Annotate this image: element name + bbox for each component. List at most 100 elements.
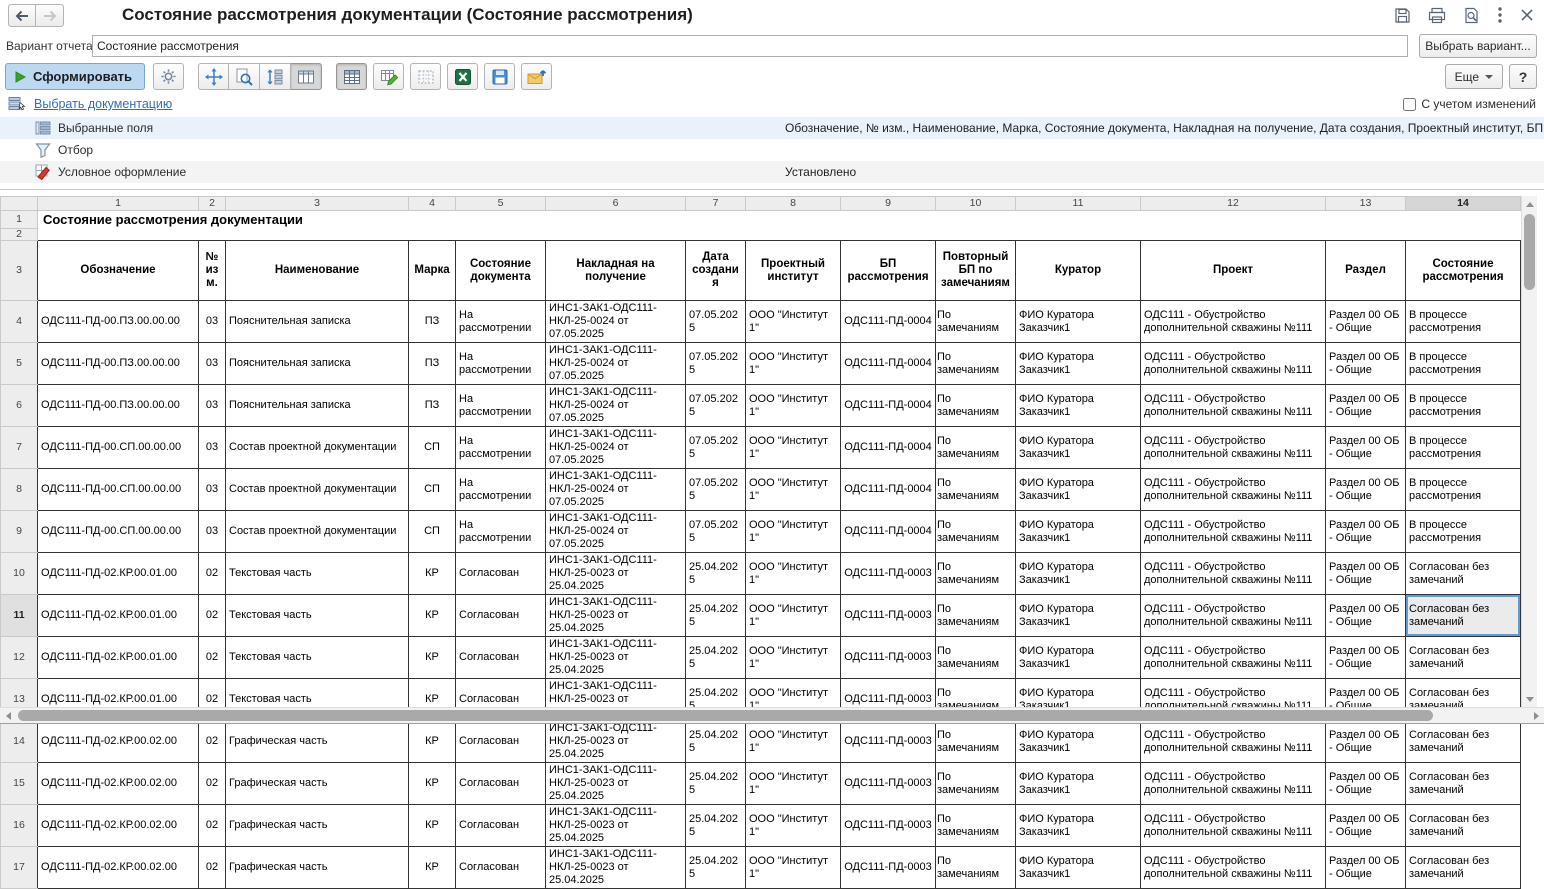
cell-r4-c8[interactable]: ООО "Институт 1": [746, 301, 841, 343]
cell-r7-c4[interactable]: СП: [409, 427, 456, 469]
cell-r9-c3[interactable]: Состав проектной документации: [226, 511, 409, 553]
cell-r9-c8[interactable]: ООО "Институт 1": [746, 511, 841, 553]
cell-r6-c12[interactable]: ОДС111 - Обустройство дополнительной скв…: [1141, 385, 1326, 427]
column-number-14[interactable]: 14: [1406, 197, 1521, 211]
cell-r7-c7[interactable]: 07.05.2025: [686, 427, 746, 469]
cell-r4-c10[interactable]: По замечаниям: [936, 301, 1016, 343]
cell-r15-c11[interactable]: ФИО Куратора Заказчик1: [1016, 763, 1141, 805]
vertical-scroll-thumb[interactable]: [1524, 214, 1535, 290]
cell-r7-c3[interactable]: Состав проектной документации: [226, 427, 409, 469]
cell-r15-c10[interactable]: По замечаниям: [936, 763, 1016, 805]
cell-r16-c10[interactable]: По замечаниям: [936, 805, 1016, 847]
cell-r17-c3[interactable]: Графическая часть: [226, 847, 409, 889]
cell-r16-c13[interactable]: Раздел 00 ОБ - Общие: [1326, 805, 1406, 847]
cell-r5-c7[interactable]: 07.05.2025: [686, 343, 746, 385]
row-number-12[interactable]: 12: [1, 637, 38, 679]
cell-r5-c5[interactable]: На рассмотрении: [456, 343, 546, 385]
row-number-17[interactable]: 17: [1, 847, 38, 889]
cell-r5-c9[interactable]: ОДС111-ПД-0004: [841, 343, 936, 385]
cell-r9-c11[interactable]: ФИО Куратора Заказчик1: [1016, 511, 1141, 553]
cell-r10-c5[interactable]: Согласован: [456, 553, 546, 595]
cell-r5-c8[interactable]: ООО "Институт 1": [746, 343, 841, 385]
cell-r16-c5[interactable]: Согласован: [456, 805, 546, 847]
cell-r16-c14[interactable]: Согласован без замечаний: [1406, 805, 1521, 847]
cell-r12-c2[interactable]: 02: [199, 637, 226, 679]
print-button[interactable]: [1428, 7, 1446, 24]
cell-r11-c5[interactable]: Согласован: [456, 595, 546, 637]
cell-r16-c9[interactable]: ОДС111-ПД-0003: [841, 805, 936, 847]
cell-r12-c8[interactable]: ООО "Институт 1": [746, 637, 841, 679]
column-header-9[interactable]: БП рассмотрения: [841, 241, 936, 301]
cell-r6-c3[interactable]: Пояснительная записка: [226, 385, 409, 427]
cell-r12-c12[interactable]: ОДС111 - Обустройство дополнительной скв…: [1141, 637, 1326, 679]
column-header-5[interactable]: Состояние документа: [456, 241, 546, 301]
cell-r4-c4[interactable]: ПЗ: [409, 301, 456, 343]
cell-r11-c1[interactable]: ОДС111-ПД-02.КР.00.01.00: [38, 595, 199, 637]
cell-r12-c5[interactable]: Согласован: [456, 637, 546, 679]
cell-r14-c13[interactable]: Раздел 00 ОБ - Общие: [1326, 721, 1406, 763]
cell-r15-c13[interactable]: Раздел 00 ОБ - Общие: [1326, 763, 1406, 805]
cell-r5-c14[interactable]: В процессе рассмотрения: [1406, 343, 1521, 385]
cell-r4-c6[interactable]: ИНС1-ЗАК1-ОДС111-НКЛ-25-0024 от 07.05.20…: [546, 301, 686, 343]
settings-row-conditional-appearance[interactable]: Условное оформление Установлено: [0, 161, 1544, 183]
cell-r17-c6[interactable]: ИНС1-ЗАК1-ОДС111-НКЛ-25-0023 от 25.04.20…: [546, 847, 686, 889]
cell-r12-c10[interactable]: По замечаниям: [936, 637, 1016, 679]
cell-r12-c11[interactable]: ФИО Куратора Заказчик1: [1016, 637, 1141, 679]
cell-r8-c10[interactable]: По замечаниям: [936, 469, 1016, 511]
cell-r10-c1[interactable]: ОДС111-ПД-02.КР.00.01.00: [38, 553, 199, 595]
row-number-15[interactable]: 15: [1, 763, 38, 805]
scroll-down-arrow[interactable]: [1522, 693, 1538, 705]
cell-r11-c2[interactable]: 02: [199, 595, 226, 637]
cell-r11-c14[interactable]: Согласован без замечаний: [1406, 595, 1521, 637]
cell-r12-c1[interactable]: ОДС111-ПД-02.КР.00.01.00: [38, 637, 199, 679]
cell-r10-c8[interactable]: ООО "Институт 1": [746, 553, 841, 595]
row-number-9[interactable]: 9: [1, 511, 38, 553]
cell-r9-c7[interactable]: 07.05.2025: [686, 511, 746, 553]
cell-r7-c8[interactable]: ООО "Институт 1": [746, 427, 841, 469]
column-number-2[interactable]: 2: [199, 197, 226, 211]
table-columns-button[interactable]: [291, 63, 322, 90]
column-header-1[interactable]: Обозначение: [38, 241, 199, 301]
row-number-16[interactable]: 16: [1, 805, 38, 847]
column-number-11[interactable]: 11: [1016, 197, 1141, 211]
column-number-8[interactable]: 8: [746, 197, 841, 211]
cell-r4-c9[interactable]: ОДС111-ПД-0004: [841, 301, 936, 343]
send-email-button[interactable]: [521, 63, 552, 90]
row-number-3[interactable]: 3: [1, 241, 38, 301]
column-number-13[interactable]: 13: [1326, 197, 1406, 211]
column-number-3[interactable]: 3: [226, 197, 409, 211]
cell-r12-c4[interactable]: КР: [409, 637, 456, 679]
cell-r11-c6[interactable]: ИНС1-ЗАК1-ОДС111-НКЛ-25-0023 от 25.04.20…: [546, 595, 686, 637]
cell-r6-c1[interactable]: ОДС111-ПД-00.ПЗ.00.00.00: [38, 385, 199, 427]
cell-r9-c9[interactable]: ОДС111-ПД-0004: [841, 511, 936, 553]
cell-r6-c2[interactable]: 03: [199, 385, 226, 427]
save-report-button[interactable]: [1394, 7, 1411, 24]
column-header-12[interactable]: Проект: [1141, 241, 1326, 301]
settings-row-selected-fields[interactable]: Выбранные поля Обозначение, № изм., Наим…: [0, 117, 1544, 139]
cell-r11-c3[interactable]: Текстовая часть: [226, 595, 409, 637]
cell-r14-c1[interactable]: ОДС111-ПД-02.КР.00.02.00: [38, 721, 199, 763]
cell-r8-c7[interactable]: 07.05.2025: [686, 469, 746, 511]
column-header-7[interactable]: Дата создания: [686, 241, 746, 301]
variant-input[interactable]: [92, 35, 1408, 57]
cell-r17-c11[interactable]: ФИО Куратора Заказчик1: [1016, 847, 1141, 889]
cell-r17-c13[interactable]: Раздел 00 ОБ - Общие: [1326, 847, 1406, 889]
cell-r4-c5[interactable]: На рассмотрении: [456, 301, 546, 343]
cell-r10-c4[interactable]: КР: [409, 553, 456, 595]
column-header-13[interactable]: Раздел: [1326, 241, 1406, 301]
cell-r8-c11[interactable]: ФИО Куратора Заказчик1: [1016, 469, 1141, 511]
cell-r7-c11[interactable]: ФИО Куратора Заказчик1: [1016, 427, 1141, 469]
row-number-1[interactable]: 1: [1, 211, 38, 229]
cell-r11-c8[interactable]: ООО "Институт 1": [746, 595, 841, 637]
column-header-4[interactable]: Марка: [409, 241, 456, 301]
scroll-right-arrow[interactable]: [1530, 708, 1542, 724]
column-header-8[interactable]: Проектный институт: [746, 241, 841, 301]
cell-r16-c3[interactable]: Графическая часть: [226, 805, 409, 847]
column-header-3[interactable]: Наименование: [226, 241, 409, 301]
cell-r10-c2[interactable]: 02: [199, 553, 226, 595]
preview-button[interactable]: [1463, 7, 1480, 24]
menu-button[interactable]: [1497, 6, 1503, 24]
cell-r17-c14[interactable]: Согласован без замечаний: [1406, 847, 1521, 889]
row-number-8[interactable]: 8: [1, 469, 38, 511]
horizontal-scroll-thumb[interactable]: [18, 710, 1433, 721]
